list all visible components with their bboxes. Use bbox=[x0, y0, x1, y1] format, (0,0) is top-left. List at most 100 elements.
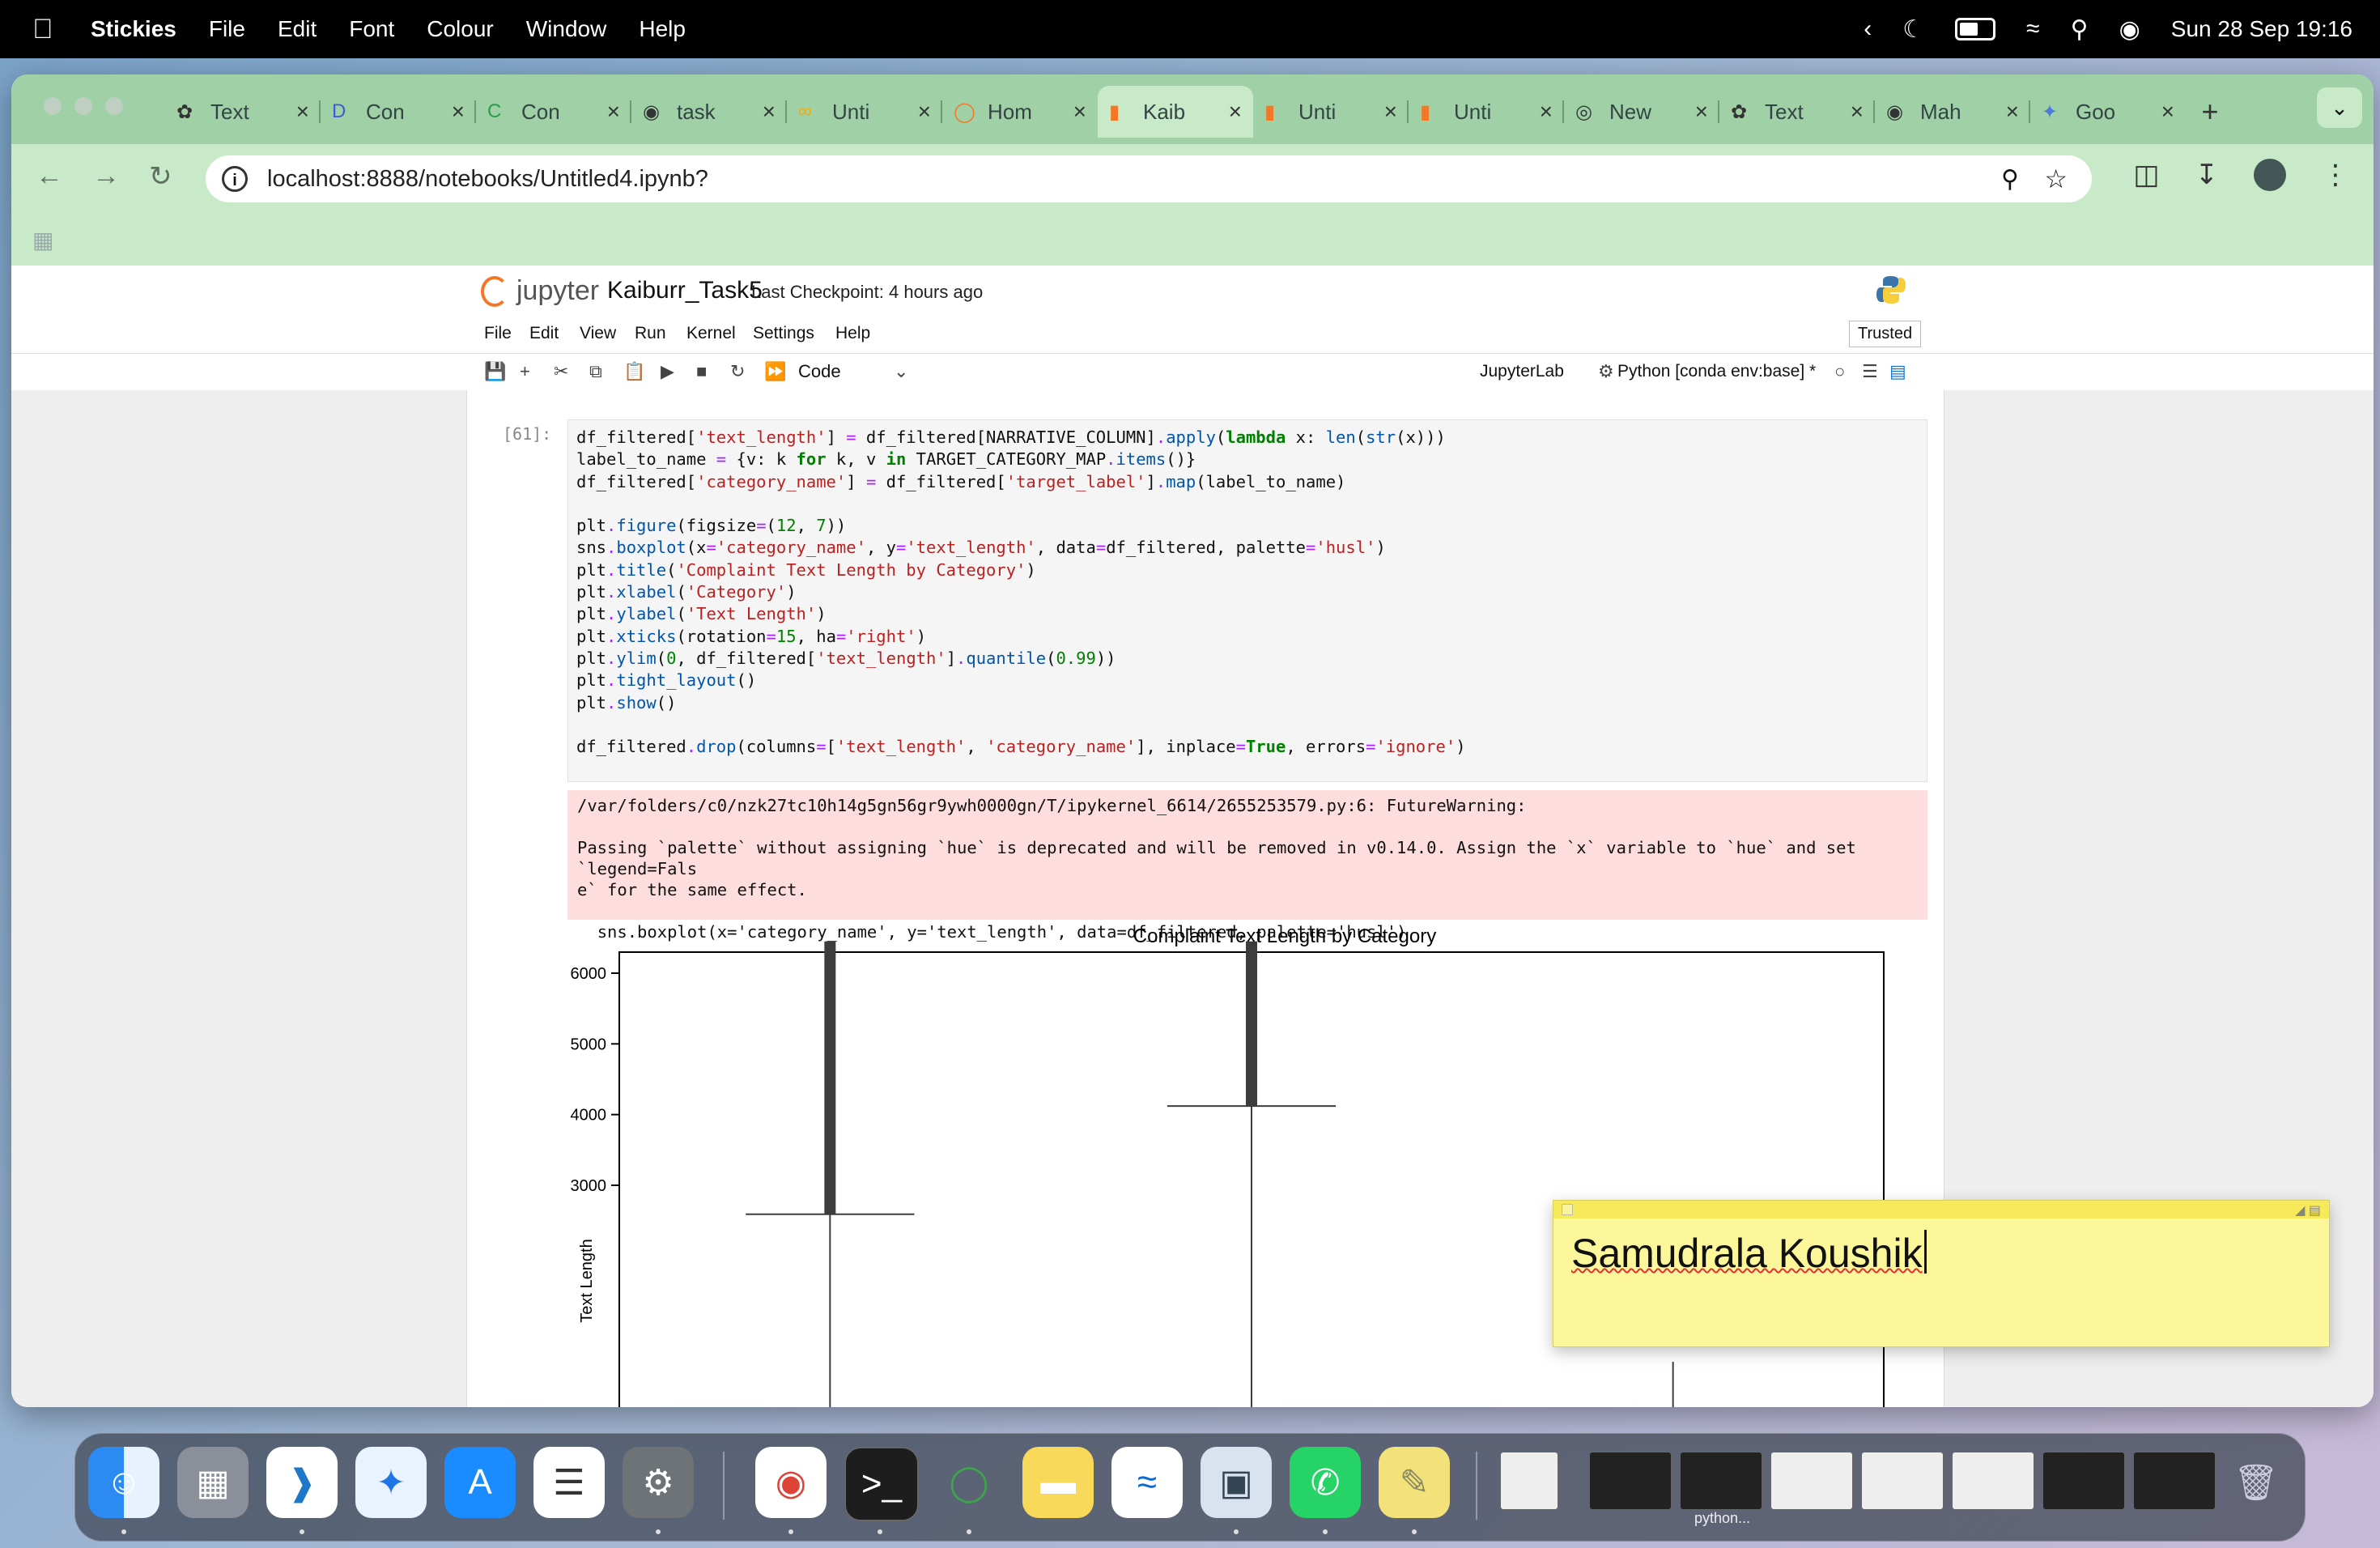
window-thumbnail[interactable] bbox=[2133, 1452, 2216, 1510]
jmenu-edit[interactable]: Edit bbox=[529, 324, 559, 343]
browser-tab[interactable]: ∞ Unti × bbox=[787, 86, 942, 138]
window-thumbnail[interactable] bbox=[1952, 1452, 2034, 1510]
safari-icon[interactable]: ✦ bbox=[355, 1447, 427, 1518]
profile-avatar[interactable] bbox=[2254, 159, 2286, 191]
control-center-icon[interactable]: ◉ bbox=[2119, 15, 2140, 44]
extensions-icon[interactable]: ◫ bbox=[2133, 159, 2159, 191]
sticky-close-button[interactable] bbox=[1562, 1204, 1573, 1215]
forward-icon[interactable]: → bbox=[92, 160, 120, 192]
stickies-icon[interactable]: ✎ bbox=[1379, 1447, 1450, 1518]
close-window-button[interactable] bbox=[44, 97, 62, 115]
close-icon[interactable]: × bbox=[918, 99, 931, 125]
menu-font[interactable]: Font bbox=[349, 16, 394, 42]
close-icon[interactable]: × bbox=[1229, 99, 1242, 125]
chrome-icon[interactable]: ◉ bbox=[755, 1447, 827, 1518]
menu-colour[interactable]: Colour bbox=[427, 16, 493, 42]
sticky-text-content[interactable]: Samudrala Koushik bbox=[1571, 1231, 1923, 1276]
debugger-icon[interactable]: ⚙ bbox=[1598, 361, 1614, 382]
cut-icon[interactable]: ✂ bbox=[554, 361, 568, 382]
browser-tab[interactable]: ▮ Unti × bbox=[1409, 86, 1564, 138]
minimize-window-button[interactable] bbox=[74, 97, 92, 115]
browser-tab[interactable]: D Con × bbox=[321, 86, 476, 138]
browser-tab[interactable]: C Con × bbox=[476, 86, 631, 138]
stop-icon[interactable]: ■ bbox=[696, 361, 707, 382]
jupyter-logo[interactable]: jupyter bbox=[481, 275, 599, 307]
app-store-icon[interactable]: A bbox=[444, 1447, 516, 1518]
apps-grid-icon[interactable]: ▦ bbox=[32, 227, 53, 253]
chevron-left-icon[interactable]: ‹ bbox=[1864, 15, 1872, 43]
zoom-icon[interactable]: ⚲ bbox=[2001, 165, 2019, 194]
browser-tab[interactable]: ✿ Text × bbox=[1719, 86, 1875, 138]
clock[interactable]: Sun 28 Sep 19:16 bbox=[2171, 16, 2352, 42]
system-settings-icon[interactable]: ⚙ bbox=[623, 1447, 694, 1518]
browser-tab-active[interactable]: ▮ Kaib × bbox=[1098, 86, 1253, 138]
cell-type-select[interactable]: Code bbox=[798, 361, 841, 382]
kernel-name[interactable]: Python [conda env:base] * bbox=[1617, 362, 1816, 381]
menu-file[interactable]: File bbox=[209, 16, 245, 42]
window-thumbnail[interactable] bbox=[1770, 1452, 1853, 1510]
browser-tab[interactable]: ◯ Hom × bbox=[942, 86, 1098, 138]
close-icon[interactable]: × bbox=[1540, 99, 1553, 125]
freeform-icon[interactable]: ≈ bbox=[1111, 1447, 1183, 1518]
browser-tab[interactable]: ◉ task × bbox=[631, 86, 787, 138]
document-thumbnail[interactable] bbox=[1500, 1452, 1558, 1510]
whatsapp-icon[interactable]: ✆ bbox=[1290, 1447, 1361, 1518]
browser-tab[interactable]: ✿ Text × bbox=[165, 86, 321, 138]
add-cell-icon[interactable]: + bbox=[520, 361, 530, 382]
back-icon[interactable]: ← bbox=[36, 160, 63, 192]
jupyterlab-link[interactable]: JupyterLab bbox=[1480, 362, 1564, 381]
close-icon[interactable]: × bbox=[296, 99, 309, 125]
tab-search-button[interactable]: ⌄ bbox=[2317, 87, 2362, 128]
url-text[interactable]: localhost:8888/notebooks/Untitled4.ipynb… bbox=[267, 166, 708, 193]
finder-icon[interactable]: ☺ bbox=[88, 1447, 159, 1518]
sticky-title-bar[interactable]: ◢ ▤ bbox=[1553, 1201, 2329, 1218]
code-cell[interactable]: df_filtered['text_length'] = df_filtered… bbox=[567, 419, 1927, 782]
more-menu-icon[interactable]: ⋮ bbox=[2322, 159, 2349, 191]
close-icon[interactable]: × bbox=[1851, 99, 1864, 125]
close-icon[interactable]: × bbox=[1695, 99, 1708, 125]
launchpad-icon[interactable]: ▦ bbox=[177, 1447, 249, 1518]
window-thumbnail[interactable] bbox=[1861, 1452, 1944, 1510]
jmenu-settings[interactable]: Settings bbox=[753, 324, 814, 343]
bookmark-star-icon[interactable]: ☆ bbox=[2044, 164, 2068, 194]
toc-icon[interactable]: ☰ bbox=[1862, 361, 1878, 382]
code-text[interactable]: df_filtered['text_length'] = df_filtered… bbox=[576, 427, 1919, 758]
window-thumbnail[interactable] bbox=[1680, 1452, 1762, 1510]
apple-icon[interactable]:  bbox=[32, 14, 58, 45]
paste-icon[interactable]: 📋 bbox=[623, 361, 645, 382]
browser-tab[interactable]: ✦ Goo × bbox=[2030, 86, 2186, 138]
browser-tab[interactable]: ◎ New × bbox=[1564, 86, 1719, 138]
menu-window[interactable]: Window bbox=[526, 16, 607, 42]
close-icon[interactable]: × bbox=[2006, 99, 2019, 125]
run-all-icon[interactable]: ⏩ bbox=[764, 361, 786, 382]
window-thumbnail[interactable] bbox=[1589, 1452, 1672, 1510]
restart-icon[interactable]: ↻ bbox=[730, 361, 745, 382]
run-icon[interactable]: ▶ bbox=[661, 361, 674, 382]
jmenu-kernel[interactable]: Kernel bbox=[686, 324, 736, 343]
download-icon[interactable]: ↧ bbox=[2195, 159, 2219, 191]
reload-icon[interactable]: ↻ bbox=[149, 160, 172, 193]
close-icon[interactable]: × bbox=[452, 99, 465, 125]
property-inspector-icon[interactable]: ▤ bbox=[1889, 361, 1906, 382]
close-icon[interactable]: × bbox=[1384, 99, 1397, 125]
address-bar[interactable]: i localhost:8888/notebooks/Untitled4.ipy… bbox=[206, 155, 2092, 202]
browser-tab[interactable]: ◉ Mah × bbox=[1875, 86, 2030, 138]
jmenu-help[interactable]: Help bbox=[835, 324, 870, 343]
terminal-icon[interactable]: >_ bbox=[844, 1447, 919, 1521]
save-icon[interactable]: 💾 bbox=[484, 361, 506, 382]
site-info-icon[interactable]: i bbox=[222, 166, 248, 192]
vscode-icon[interactable]: ❱ bbox=[266, 1447, 338, 1518]
trash-icon[interactable]: 🗑 bbox=[2221, 1447, 2292, 1518]
copy-icon[interactable]: ⧉ bbox=[589, 361, 602, 382]
browser-tab[interactable]: ▮ Unti × bbox=[1253, 86, 1409, 138]
sticky-text[interactable]: Samudrala Koushik bbox=[1571, 1230, 1927, 1277]
search-icon[interactable]: ⚲ bbox=[2071, 15, 2089, 44]
window-thumbnail[interactable] bbox=[2042, 1452, 2125, 1510]
sticky-collapse-icon[interactable]: ◢ ▤ bbox=[2295, 1202, 2321, 1218]
menu-edit[interactable]: Edit bbox=[278, 16, 317, 42]
trusted-badge[interactable]: Trusted bbox=[1849, 321, 1922, 347]
new-tab-button[interactable]: + bbox=[2186, 86, 2234, 138]
moon-icon[interactable]: ☾ bbox=[1902, 15, 1924, 44]
reminders-icon[interactable]: ☰ bbox=[533, 1447, 605, 1518]
jmenu-view[interactable]: View bbox=[580, 324, 616, 343]
